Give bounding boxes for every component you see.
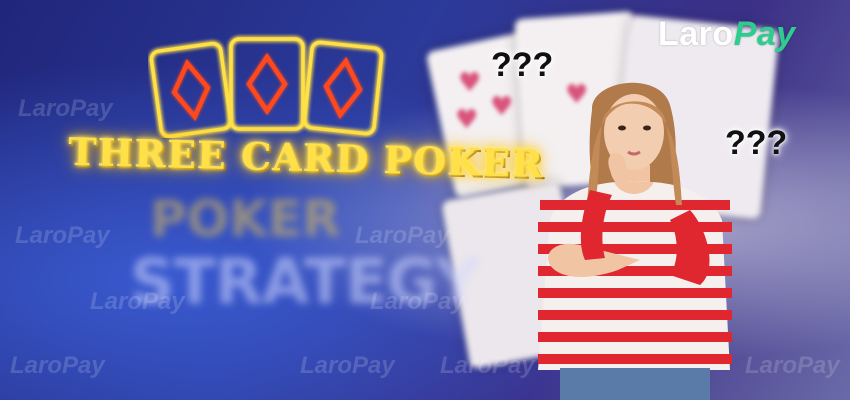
watermark: LaroPay xyxy=(745,352,840,379)
background-poker-text: POKER xyxy=(150,190,341,248)
heart-icon: ♥ xyxy=(458,68,482,98)
neon-card-left xyxy=(149,41,233,138)
watermark: LaroPay xyxy=(355,222,450,249)
diamond-icon xyxy=(246,52,288,116)
heart-icon: ♥ xyxy=(455,105,479,135)
question-marks-top: ??? xyxy=(491,46,554,84)
hero-banner: ♥ ♥ ♥ ♥ POKER STRATEGY LaroPay LaroPay L… xyxy=(0,0,850,400)
watermark: LaroPay xyxy=(10,352,105,379)
neon-cards-logo xyxy=(149,37,384,138)
thinking-woman-image xyxy=(538,82,732,400)
heart-icon: ♥ xyxy=(490,92,514,122)
brand-name-part1: Laro xyxy=(658,15,734,53)
diamond-icon xyxy=(323,56,363,120)
watermark: LaroPay xyxy=(440,352,535,379)
watermark: LaroPay xyxy=(15,222,110,249)
watermark: LaroPay xyxy=(90,288,185,315)
brand-name-part2: Pay xyxy=(733,15,796,53)
watermark: LaroPay xyxy=(18,95,113,122)
watermark: LaroPay xyxy=(300,352,395,379)
diamond-icon xyxy=(171,59,211,121)
page-title: THREE CARD POKER xyxy=(67,128,545,187)
neon-card-right xyxy=(302,40,384,136)
brand-logo[interactable]: LaroPay xyxy=(658,15,828,65)
question-marks-right: ??? xyxy=(725,124,788,162)
neon-card-middle xyxy=(229,37,305,131)
watermark: LaroPay xyxy=(370,288,465,315)
